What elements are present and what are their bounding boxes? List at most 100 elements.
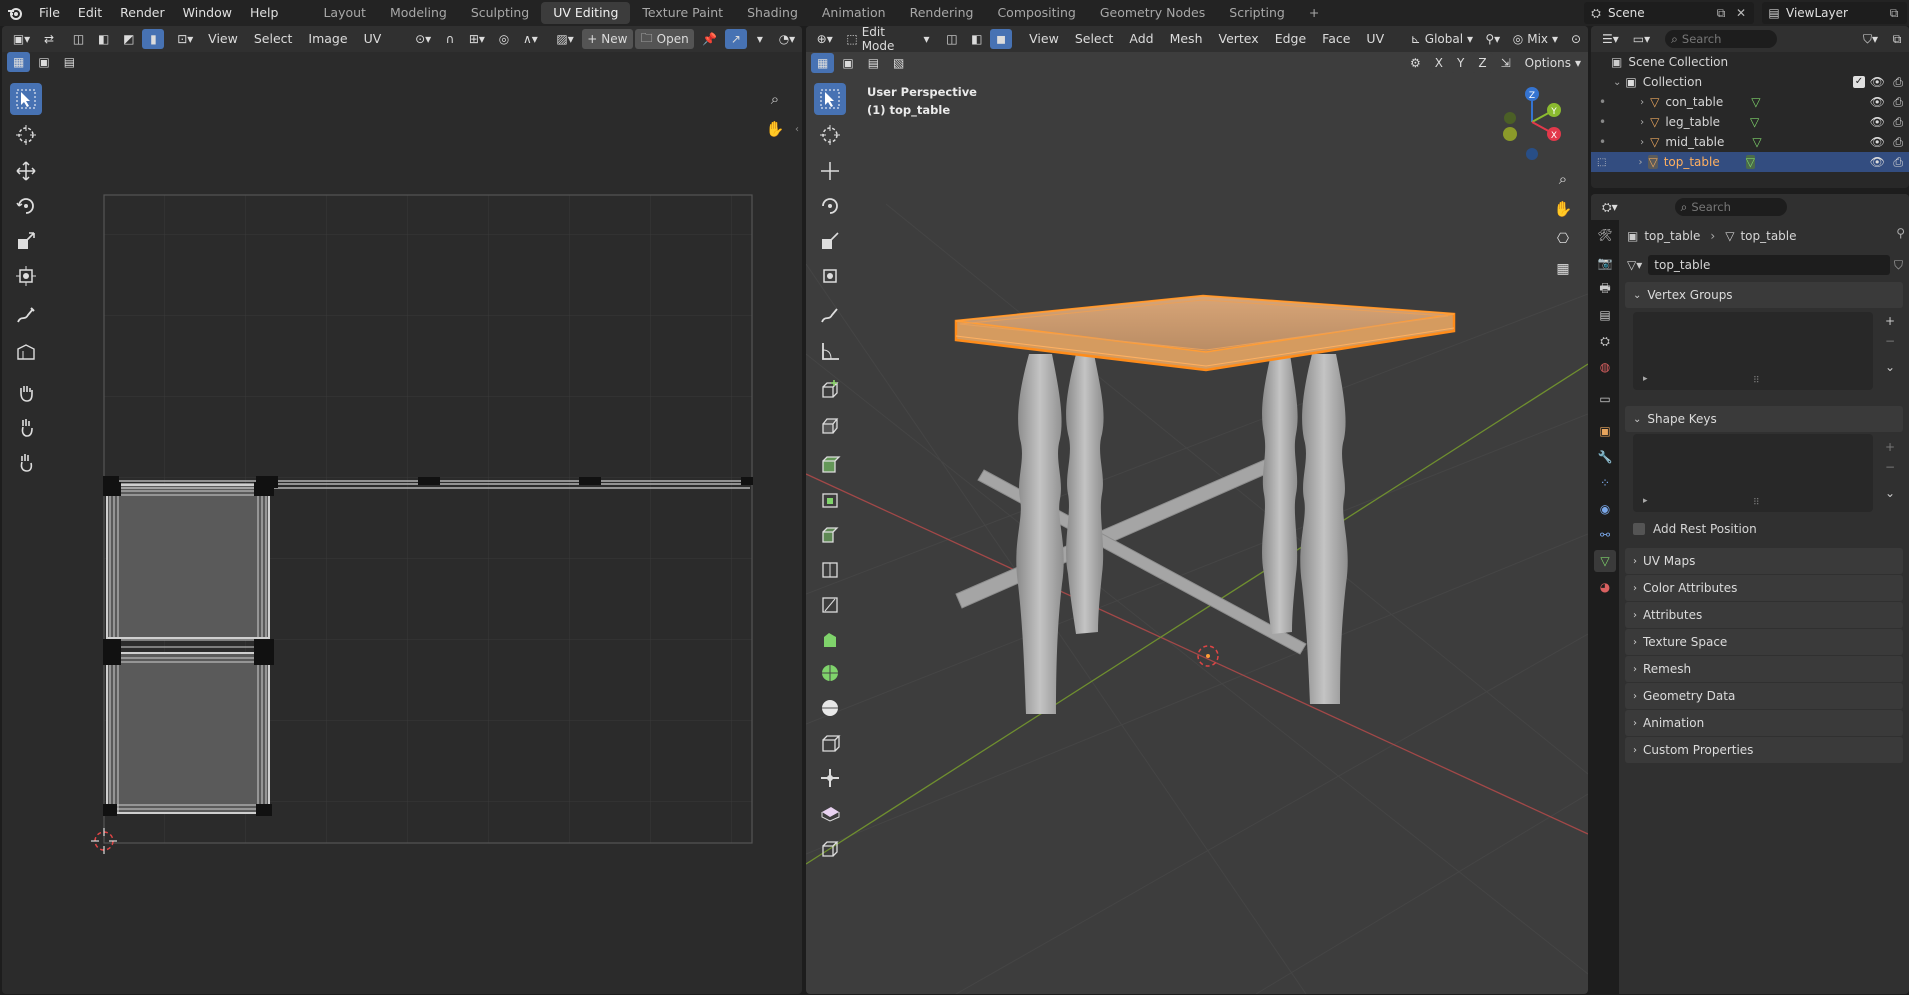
collection-visibility-icon[interactable]: 👁 [1870,75,1885,89]
vp-tool-rip-edge[interactable] [814,832,846,864]
viewport-pan-icon[interactable]: ✋ [1552,198,1574,220]
mesh-name-field[interactable]: top_table [1648,255,1890,275]
new-collection-icon[interactable]: ⧉ [1886,29,1908,49]
vp-tool-measure[interactable] [814,335,846,367]
particles-tab-icon[interactable]: ⁘ [1594,472,1616,494]
viewport-zoom-icon[interactable]: ⌕ [1552,168,1574,190]
uv-sync-icon[interactable]: ⇄ [38,29,60,49]
vp-tool-add-cube[interactable] [814,374,846,406]
face-select-icon[interactable]: ◩ [117,29,140,49]
render-icon[interactable]: ⎙ [1893,95,1903,110]
vertex-groups-list[interactable]: ▸ ⠿ [1633,312,1873,390]
tab-compositing[interactable]: Compositing [985,2,1087,24]
uv-menu-image[interactable]: Image [300,26,355,52]
add-vertex-group-icon[interactable]: + [1881,312,1899,330]
outliner-row-top-table[interactable]: ⬚ › ▽ top_table ▽ 👁 ⎙ [1591,152,1909,172]
mode-selector[interactable]: ⬚ Edit Mode ▾ [840,26,935,53]
ortho-toggle-icon[interactable]: ▦ [1552,258,1574,280]
panel-custom-properties[interactable]: › Custom Properties [1625,737,1903,763]
viewlayer-selector[interactable]: ▤ ViewLayer ⧉ [1762,2,1907,24]
face-mode-icon[interactable]: ◼ [990,29,1013,49]
properties-editor-type-icon[interactable]: ⛭▾ [1596,197,1624,217]
tab-uv-editing[interactable]: UV Editing [541,2,631,24]
list-resize-icon[interactable]: ⠿ [1753,376,1760,386]
material-tab-icon[interactable]: ◕ [1594,576,1616,598]
add-rest-position-checkbox[interactable] [1633,523,1645,535]
panel-attributes[interactable]: › Attributes [1625,602,1903,628]
snapping-selector[interactable]: ◎ Mix ▾ [1508,29,1563,49]
snap-target-icon[interactable]: ⊞▾ [463,29,491,49]
world-tab-icon[interactable]: ◍ [1594,356,1616,378]
panel-geometry-data[interactable]: › Geometry Data [1625,683,1903,709]
delete-scene-icon[interactable]: ✕ [1732,6,1750,20]
menu-help[interactable]: Help [241,0,288,26]
vp-tool-shear[interactable] [814,727,846,759]
vp-tool-move[interactable] [814,155,846,187]
remove-vertex-group-icon[interactable]: − [1881,332,1899,350]
vertex-mode-icon[interactable]: ◫ [940,29,963,49]
expand-icon[interactable]: › [1640,97,1644,108]
modifier-tab-icon[interactable]: 🔧 [1594,446,1616,468]
vp-tool-cursor[interactable] [814,119,846,151]
vp-select-extend-icon[interactable]: ▣ [836,53,859,73]
outliner-row-leg-table[interactable]: • › ▽ leg_table ▽ 👁 ⎙ [1591,112,1909,132]
vertex-group-menu-icon[interactable]: ⌄ [1881,358,1899,376]
vp-tool-inset[interactable] [814,448,846,480]
tab-sculpting[interactable]: Sculpting [459,2,541,24]
select-subtract-icon[interactable]: ▤ [58,52,81,72]
tab-geometry-nodes[interactable]: Geometry Nodes [1088,2,1217,24]
constraints-tab-icon[interactable]: ⚯ [1594,524,1616,546]
vp-tool-scale[interactable] [814,225,846,257]
tab-modeling[interactable]: Modeling [378,2,459,24]
vp-tool-bevel[interactable] [814,483,846,515]
viewport-menu-vertex[interactable]: Vertex [1211,26,1267,52]
blender-logo-icon[interactable] [0,0,30,26]
select-new-icon[interactable]: ▦ [7,52,31,72]
mesh-data-tab-icon[interactable]: ▽ [1594,550,1616,572]
render-icon[interactable]: ⎙ [1893,155,1903,170]
tab-layout[interactable]: Layout [311,2,378,24]
outliner-search-field[interactable]: ⌕ Search [1665,30,1778,48]
vp-tool-smooth[interactable] [814,657,846,689]
expand-icon[interactable]: › [1640,137,1644,148]
viewport-menu-face[interactable]: Face [1314,26,1358,52]
vertex-select-icon[interactable]: ◫ [67,29,90,49]
viewport-scene[interactable] [806,74,1588,994]
navigation-gizmo[interactable]: Z Y X [1492,80,1572,160]
proportional-edit-icon[interactable]: ⊙ [1565,29,1587,49]
tool-tab-icon[interactable]: 🛠 [1594,224,1616,246]
viewport-menu-view[interactable]: View [1021,26,1067,52]
camera-view-icon[interactable]: ⎔ [1552,228,1574,250]
vp-tool-poly-build[interactable] [814,588,846,620]
vp-select-subtract-icon[interactable]: ▤ [862,53,885,73]
shape-key-menu-icon[interactable]: ⌄ [1881,484,1899,502]
panel-texture-space[interactable]: › Texture Space [1625,629,1903,655]
vp-tool-extrude[interactable] [814,409,846,441]
pin-properties-icon[interactable]: ⚲ [1896,226,1905,240]
vp-tool-knife[interactable] [814,553,846,585]
falloff-icon[interactable]: ∧▾ [517,29,544,49]
pivot-icon[interactable]: ⊙▾ [409,29,437,49]
mirror-icon[interactable]: ⚙ [1404,53,1427,73]
viewport-menu-select[interactable]: Select [1067,26,1122,52]
overlay-toggle-icon[interactable]: ◔▾ [773,29,801,49]
render-icon[interactable]: ⎙ [1893,135,1903,150]
new-viewlayer-icon[interactable]: ⧉ [1885,6,1903,21]
uv-menu-view[interactable]: View [200,26,246,52]
proportional-icon[interactable]: ◎ [493,29,515,49]
display-mode-icon[interactable]: ▭▾ [1627,29,1656,49]
open-image-button[interactable]: 🗀 Open [635,29,695,49]
menu-edit[interactable]: Edit [69,0,111,26]
outliner-row-con-table[interactable]: • › ▽ con_table ▽ 👁 ⎙ [1591,92,1909,112]
tab-scripting[interactable]: Scripting [1217,2,1297,24]
tab-shading[interactable]: Shading [735,2,810,24]
menu-window[interactable]: Window [174,0,241,26]
object-tab-icon[interactable]: ▣ [1594,420,1616,442]
collection-checkbox[interactable]: ✓ [1853,76,1865,88]
select-extend-icon[interactable]: ▣ [32,52,55,72]
list-expand-icon[interactable]: ▸ [1643,374,1648,384]
panel-color-attributes[interactable]: › Color Attributes [1625,575,1903,601]
mirror-y-button[interactable]: Y [1451,53,1471,73]
uv-menu-uv[interactable]: UV [356,26,390,52]
sticky-mode-icon[interactable]: ⊡▾ [171,29,199,49]
